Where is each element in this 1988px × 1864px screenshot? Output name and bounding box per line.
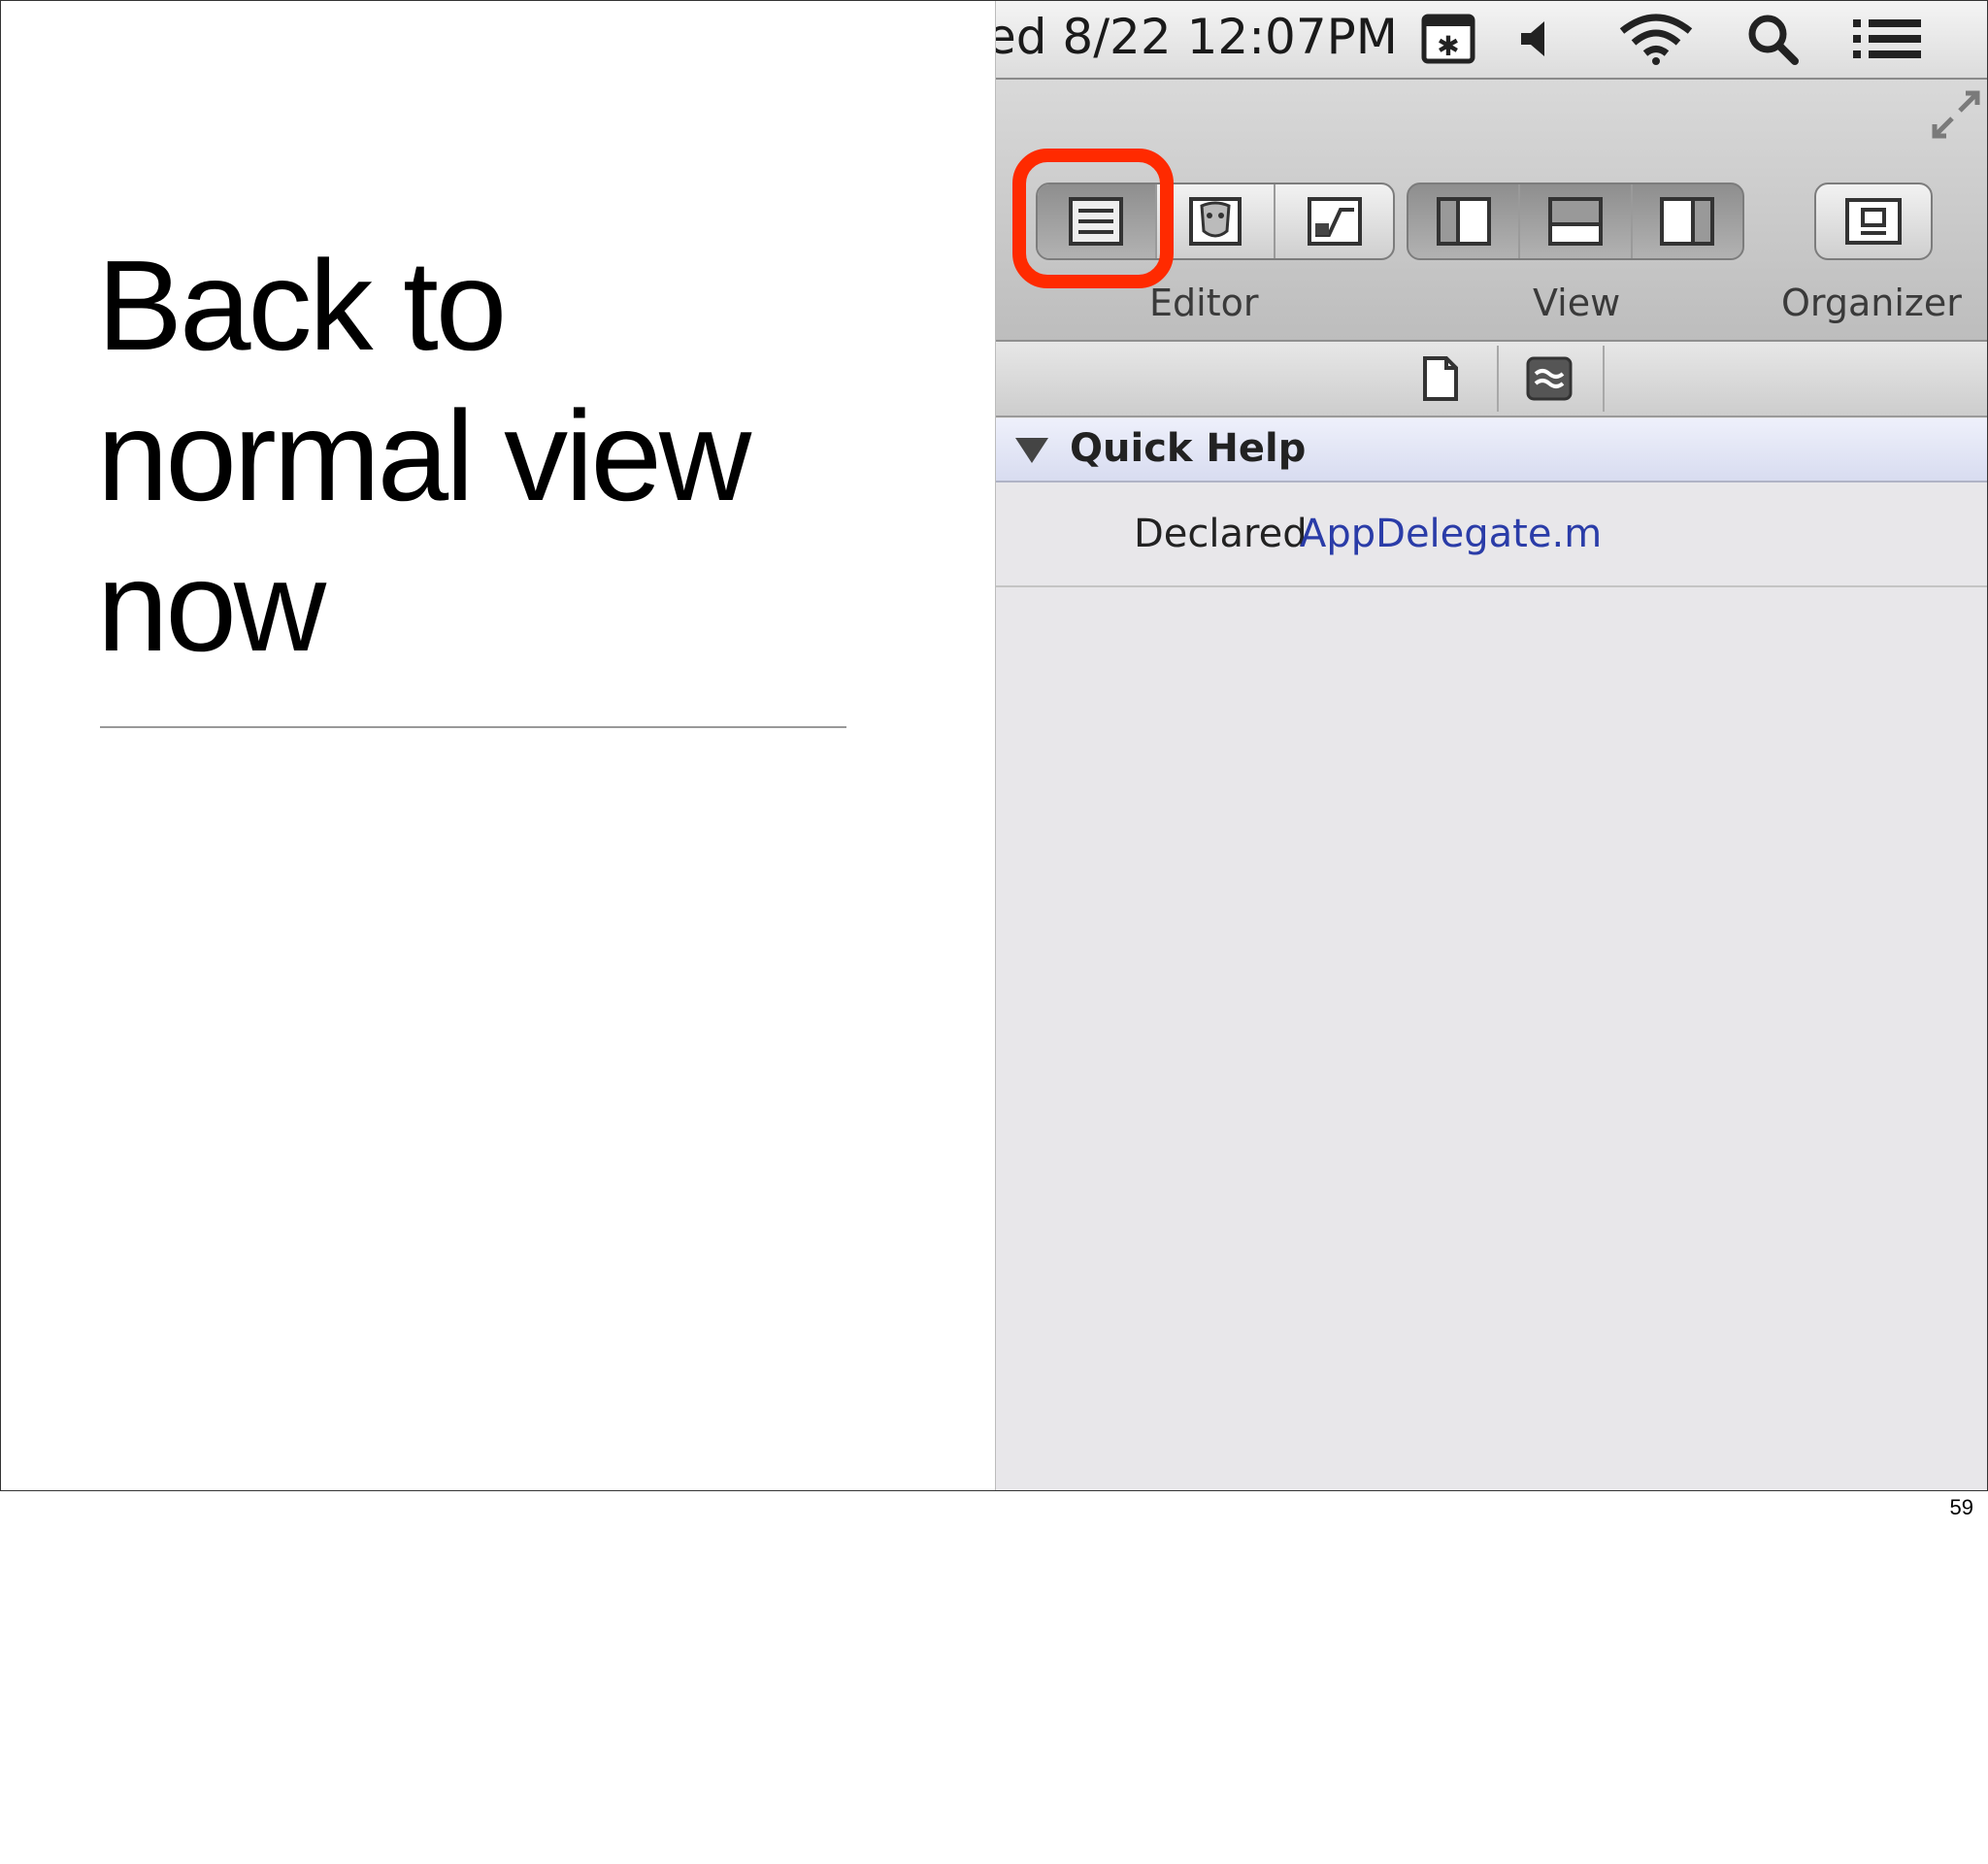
view-label: View xyxy=(1533,282,1621,324)
file-inspector-icon[interactable] xyxy=(1411,351,1470,406)
version-editor-icon xyxy=(1307,197,1362,246)
volume-icon[interactable] xyxy=(1514,11,1553,67)
slide-title: Back to normal view now xyxy=(97,230,893,682)
page-number: 59 xyxy=(1949,1495,1973,1519)
navigator-toggle-button[interactable] xyxy=(1408,184,1521,258)
assistant-editor-button[interactable] xyxy=(1157,184,1276,258)
spotlight-search-icon[interactable] xyxy=(1743,11,1802,67)
highlight-annotation xyxy=(1012,149,1174,288)
menu-bar: ed 8/22 12:07PM ✱ xyxy=(996,1,1987,80)
notification-list-icon[interactable] xyxy=(1848,11,1926,67)
bottom-panel-icon xyxy=(1547,197,1603,246)
title-line-3: now xyxy=(97,535,326,678)
tab-divider xyxy=(1497,346,1499,412)
declared-file-link[interactable]: AppDelegate.m xyxy=(1300,512,1602,556)
right-panel-icon xyxy=(1660,197,1715,246)
declared-label: Declared xyxy=(1134,512,1308,556)
quick-help-inspector-icon[interactable] xyxy=(1520,351,1578,406)
title-line-1: Back to xyxy=(97,234,507,377)
inspector-tab-bar xyxy=(996,342,1987,417)
menu-bar-clock[interactable]: ed 8/22 12:07PM xyxy=(996,9,1398,65)
version-editor-button[interactable] xyxy=(1276,184,1393,258)
view-segmented-control xyxy=(1407,183,1744,260)
debug-area-toggle-button[interactable] xyxy=(1520,184,1633,258)
disclosure-triangle-icon[interactable] xyxy=(1015,438,1048,463)
quick-help-declared-row: Declared AppDelegate.m xyxy=(996,483,1987,587)
tab-divider xyxy=(1603,346,1605,412)
assistant-editor-icon xyxy=(1189,197,1242,246)
title-line-2: normal view xyxy=(97,384,751,527)
wifi-icon[interactable] xyxy=(1617,11,1695,67)
organizer-icon xyxy=(1845,198,1902,245)
keyboard-viewer-icon[interactable]: ✱ xyxy=(1419,11,1477,67)
title-divider xyxy=(100,726,846,728)
fullscreen-icon[interactable] xyxy=(1931,89,1981,145)
editor-label: Editor xyxy=(1149,282,1259,324)
slide: Back to normal view now ed 8/22 12:07PM … xyxy=(0,0,1988,1491)
utilities-toggle-button[interactable] xyxy=(1632,184,1742,258)
organizer-control xyxy=(1814,183,1933,260)
svg-text:✱: ✱ xyxy=(1437,30,1459,62)
organizer-label: Organizer xyxy=(1781,282,1962,324)
quick-help-header[interactable]: Quick Help xyxy=(996,418,1987,483)
quick-help-title: Quick Help xyxy=(1070,426,1307,471)
left-panel-icon xyxy=(1436,197,1491,246)
organizer-button[interactable] xyxy=(1816,184,1931,258)
